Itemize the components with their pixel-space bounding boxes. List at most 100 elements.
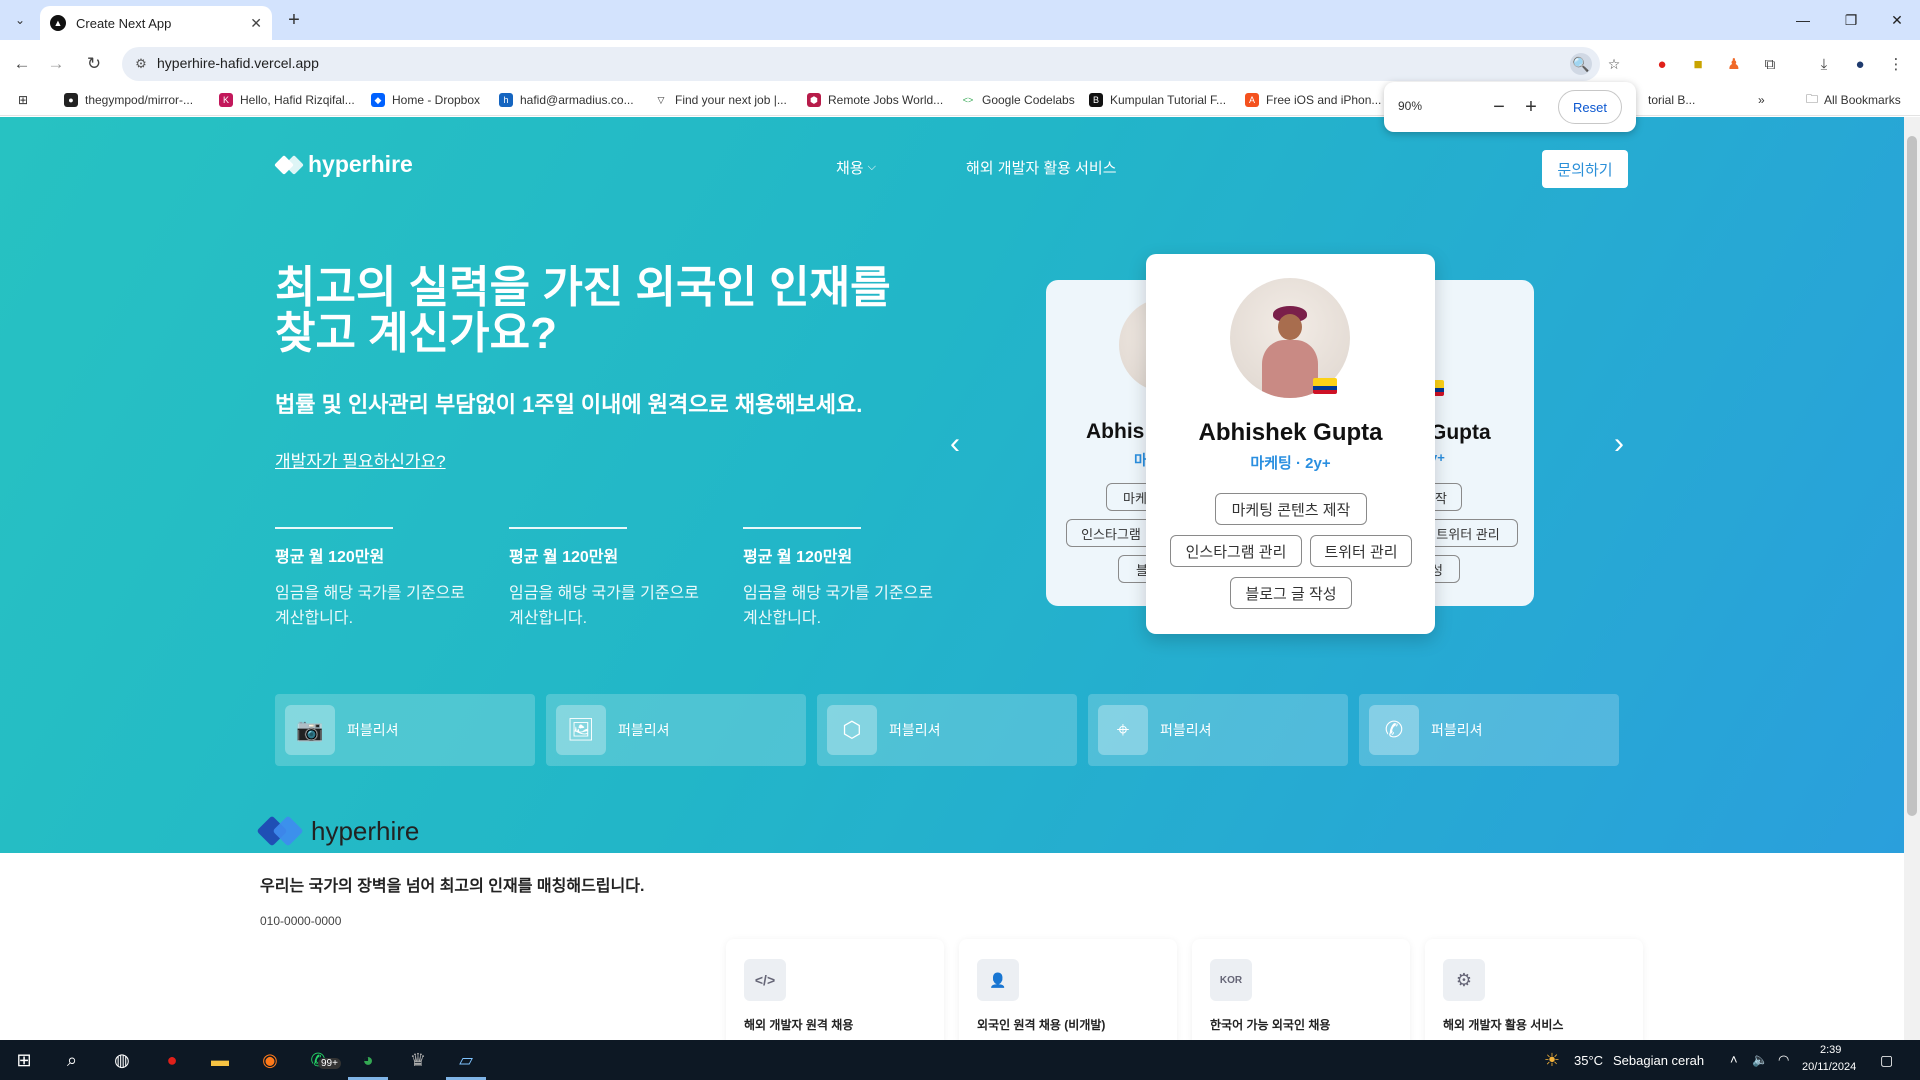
- zoom-in-button[interactable]: +: [1518, 94, 1544, 120]
- gear-icon: ⚙: [1443, 959, 1485, 1001]
- browser-tab[interactable]: ▲ Create Next App ✕: [40, 6, 272, 40]
- clock-time[interactable]: 2:39: [1820, 1044, 1841, 1056]
- site-logo[interactable]: hyperhire: [274, 151, 413, 178]
- hero-subhead: 법률 및 인사관리 부담없이 1주일 이내에 원격으로 채용해보세요.: [275, 392, 863, 417]
- bookmark-favicon-icon: ⬢: [807, 93, 821, 107]
- bookmark-item[interactable]: h hafid@armadius.co...: [499, 91, 634, 109]
- zoom-out-button[interactable]: −: [1486, 94, 1512, 120]
- weather-icon[interactable]: ☀: [1538, 1046, 1566, 1074]
- globe-icon[interactable]: ◍: [108, 1046, 136, 1074]
- reload-button[interactable]: ↻: [80, 50, 108, 78]
- close-window-button[interactable]: ✕: [1874, 0, 1920, 40]
- github-icon: ●: [64, 93, 78, 107]
- opera-extension-icon[interactable]: ●: [1650, 52, 1674, 76]
- skill-chip: 인스타그램 관리: [1170, 535, 1302, 567]
- codelabs-icon: <>: [961, 93, 975, 107]
- tab-title: Create Next App: [76, 15, 172, 31]
- wifi-icon[interactable]: ◠: [1778, 1052, 1789, 1068]
- volume-icon[interactable]: 🔈: [1752, 1052, 1768, 1068]
- tab-search-button[interactable]: ⌄: [8, 8, 32, 32]
- bookmark-favicon-icon: K: [219, 93, 233, 107]
- carousel-next-button[interactable]: ›: [1614, 427, 1624, 461]
- extensions-puzzle-icon[interactable]: ⧉: [1758, 52, 1782, 76]
- search-icon[interactable]: ⌕: [58, 1046, 86, 1074]
- chevron-right-icon: ›: [1614, 427, 1624, 460]
- category-tile[interactable]: 🖼 퍼블리셔: [546, 694, 806, 766]
- opera-icon[interactable]: ●: [158, 1046, 186, 1074]
- kor-badge-icon: KOR: [1210, 959, 1252, 1001]
- all-bookmarks[interactable]: 🗀 All Bookmarks: [1806, 91, 1901, 109]
- more-menu-icon[interactable]: ⋮: [1884, 52, 1908, 76]
- bookmark-item[interactable]: ◆ Home - Dropbox: [371, 91, 480, 109]
- chrome-icon[interactable]: ◕: [354, 1046, 382, 1074]
- footer-tagline: 우리는 국가의 장벽을 넘어 최고의 인재를 매칭해드립니다.: [260, 878, 645, 895]
- footer-logo[interactable]: hyperhire: [256, 815, 419, 847]
- category-tile[interactable]: 📷 퍼블리셔: [275, 694, 535, 766]
- chevron-down-icon: ⌄: [14, 13, 26, 27]
- chevron-left-icon: ‹: [950, 427, 960, 460]
- apps-grid-icon[interactable]: ⊞: [18, 91, 28, 109]
- service-card[interactable]: ⚙ 해외 개발자 활용 서비스: [1425, 939, 1643, 1040]
- extension-icon[interactable]: ■: [1686, 52, 1710, 76]
- bookmark-favicon-icon: B: [1089, 93, 1103, 107]
- zoom-reset-button[interactable]: Reset: [1558, 90, 1622, 124]
- bookmark-item[interactable]: ● thegympod/mirror-...: [64, 91, 193, 109]
- restore-button[interactable]: ❐: [1828, 0, 1874, 40]
- arrow-left-icon: ←: [13, 54, 31, 73]
- url-text[interactable]: hyperhire-hafid.vercel.app: [157, 55, 319, 71]
- service-card[interactable]: </> 해외 개발자 원격 채용: [726, 939, 944, 1040]
- need-developer-link[interactable]: 개발자가 필요하신가요?: [275, 447, 446, 472]
- minimize-button[interactable]: —: [1780, 0, 1826, 40]
- windows-start-icon[interactable]: ⊞: [10, 1046, 38, 1074]
- footer-phone: 010-0000-0000: [260, 914, 342, 928]
- clock-date[interactable]: 20/11/2024: [1802, 1061, 1856, 1073]
- close-tab-icon[interactable]: ✕: [250, 15, 262, 32]
- category-tile[interactable]: ✆ 퍼블리셔: [1359, 694, 1619, 766]
- file-explorer-icon[interactable]: ▬: [206, 1046, 234, 1074]
- service-card[interactable]: KOR 한국어 가능 외국인 채용: [1192, 939, 1410, 1040]
- forward-button[interactable]: →: [42, 50, 70, 78]
- category-tile[interactable]: ⌖ 퍼블리셔: [1088, 694, 1348, 766]
- hero-headline: 최고의 실력을 가진 외국인 인재를 찾고 계신가요?: [275, 263, 891, 358]
- bookmark-item[interactable]: A Free iOS and iPhon...: [1245, 91, 1381, 109]
- nav-hiring[interactable]: 채용 ⌵: [836, 157, 876, 178]
- back-button[interactable]: ←: [8, 50, 36, 78]
- firefox-icon[interactable]: ◉: [256, 1046, 284, 1074]
- carousel-prev-button[interactable]: ‹: [950, 427, 960, 461]
- weather-text: Sebagian cerah: [1613, 1053, 1705, 1068]
- category-tile[interactable]: ⬡ 퍼블리셔: [817, 694, 1077, 766]
- nextjs-favicon-icon: ▲: [50, 15, 66, 31]
- download-icon[interactable]: ⤓: [1812, 52, 1836, 76]
- scrollbar-thumb[interactable]: [1907, 136, 1917, 816]
- contact-button[interactable]: 문의하기: [1542, 150, 1628, 188]
- arrow-right-icon: →: [47, 54, 65, 73]
- bookmark-item[interactable]: torial B...: [1648, 91, 1695, 109]
- plus-icon: +: [288, 8, 300, 31]
- app-icon[interactable]: ♛: [404, 1046, 432, 1074]
- folder-icon: 🗀: [1806, 91, 1819, 106]
- zoom-level: 90%: [1398, 99, 1423, 113]
- extension-icon[interactable]: ♟: [1722, 52, 1746, 76]
- bookmark-item[interactable]: ▽ Find your next job |...: [654, 91, 787, 109]
- code-icon: </>: [744, 959, 786, 1001]
- bookmark-item[interactable]: ⬢ Remote Jobs World...: [807, 91, 943, 109]
- bookmark-favicon-icon: A: [1245, 93, 1259, 107]
- zoom-icon[interactable]: 🔍: [1570, 53, 1592, 75]
- new-tab-button[interactable]: +: [282, 8, 306, 32]
- profile-card-main[interactable]: Abhishek Gupta 마케팅 · 2y+ 마케팅 콘텐츠 제작 인스타그…: [1146, 254, 1435, 634]
- bookmark-item[interactable]: B Kumpulan Tutorial F...: [1089, 91, 1226, 109]
- bookmark-star-icon[interactable]: ☆: [1603, 53, 1625, 75]
- bookmark-item[interactable]: <> Google Codelabs: [961, 91, 1075, 109]
- logo-mark-icon: [274, 154, 304, 176]
- logo-mark-icon: [256, 815, 305, 847]
- bookmark-item[interactable]: K Hello, Hafid Rizqifal...: [219, 91, 355, 109]
- bookmarks-overflow-icon[interactable]: »: [1758, 91, 1765, 109]
- address-bar[interactable]: [122, 47, 1600, 81]
- notification-center-icon[interactable]: ▢: [1880, 1052, 1893, 1069]
- service-card[interactable]: 👤 외국인 원격 채용 (비개발): [959, 939, 1177, 1040]
- tray-chevron-icon[interactable]: ˄: [1730, 1052, 1738, 1067]
- notepad-icon[interactable]: ▱: [452, 1046, 480, 1074]
- site-settings-icon[interactable]: ⚙: [131, 54, 151, 74]
- nav-overseas-dev-service[interactable]: 해외 개발자 활용 서비스: [966, 157, 1117, 178]
- profile-avatar-icon[interactable]: ●: [1848, 52, 1872, 76]
